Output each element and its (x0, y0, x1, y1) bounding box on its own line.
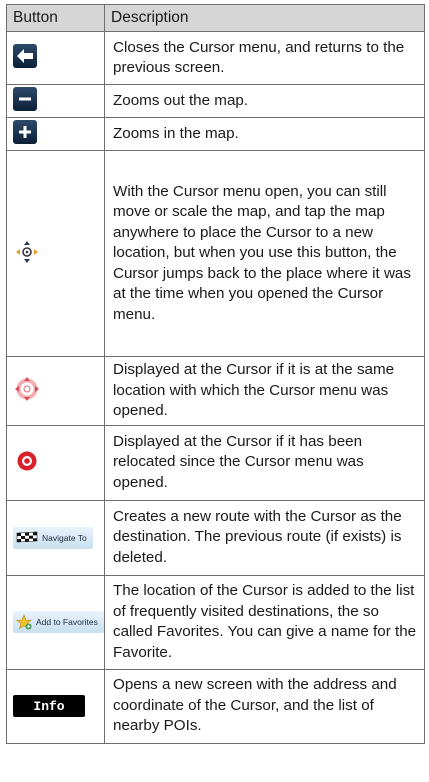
button-cell: Navigate To (6, 499, 105, 576)
table-row: Add to Favorites The location of the Cur… (6, 574, 425, 670)
navigate-to-label: Navigate To (42, 532, 87, 543)
button-cell: Add to Favorites (6, 574, 105, 670)
back-arrow-icon[interactable] (13, 44, 37, 68)
description-cell: Displayed at the Cursor if it is at the … (104, 356, 425, 426)
description-cell: Closes the Cursor menu, and returns to t… (104, 31, 425, 85)
description-cell: Zooms out the map. (104, 84, 425, 118)
button-cell (6, 356, 105, 426)
button-cell (6, 424, 105, 501)
table-row: Zooms out the map. (6, 84, 425, 118)
table-row: Info Opens a new screen with the address… (6, 668, 425, 744)
checkered-flag-icon (16, 531, 38, 542)
cursor-original-icon (13, 375, 41, 403)
add-to-favorites-label: Add to Favorites (36, 616, 98, 627)
button-cell (6, 150, 105, 357)
description-cell: Creates a new route with the Cursor as t… (104, 499, 425, 576)
description-cell: Displayed at the Cursor if it has been r… (104, 424, 425, 501)
recenter-icon[interactable] (13, 238, 41, 266)
info-button[interactable]: Info (13, 695, 85, 717)
description-cell: Zooms in the map. (104, 117, 425, 151)
button-cell: Info (6, 668, 105, 744)
navigate-to-button[interactable]: Navigate To (13, 526, 93, 549)
description-cell: With the Cursor menu open, you can still… (104, 150, 425, 357)
table-row: Navigate To Creates a new route with the… (6, 499, 425, 576)
description-cell: Opens a new screen with the address and … (104, 668, 425, 744)
table-row: Closes the Cursor menu, and returns to t… (6, 31, 425, 85)
header-description: Description (104, 4, 425, 32)
minus-icon[interactable] (13, 87, 37, 111)
cursor-relocated-icon (13, 447, 41, 475)
plus-icon[interactable] (13, 120, 37, 144)
star-plus-icon (16, 613, 32, 629)
table-row: With the Cursor menu open, you can still… (6, 150, 425, 357)
table-row: Displayed at the Cursor if it has been r… (6, 424, 425, 501)
table-row: Zooms in the map. (6, 117, 425, 151)
button-cell (6, 117, 105, 151)
button-cell (6, 31, 105, 85)
table-row: Displayed at the Cursor if it is at the … (6, 356, 425, 426)
button-description-table: Button Description Closes the Cursor men… (6, 4, 425, 744)
header-button: Button (6, 4, 105, 32)
table-header-row: Button Description (6, 4, 425, 32)
description-cell: The location of the Cursor is added to t… (104, 574, 425, 670)
add-to-favorites-button[interactable]: Add to Favorites (13, 610, 104, 633)
button-cell (6, 84, 105, 118)
